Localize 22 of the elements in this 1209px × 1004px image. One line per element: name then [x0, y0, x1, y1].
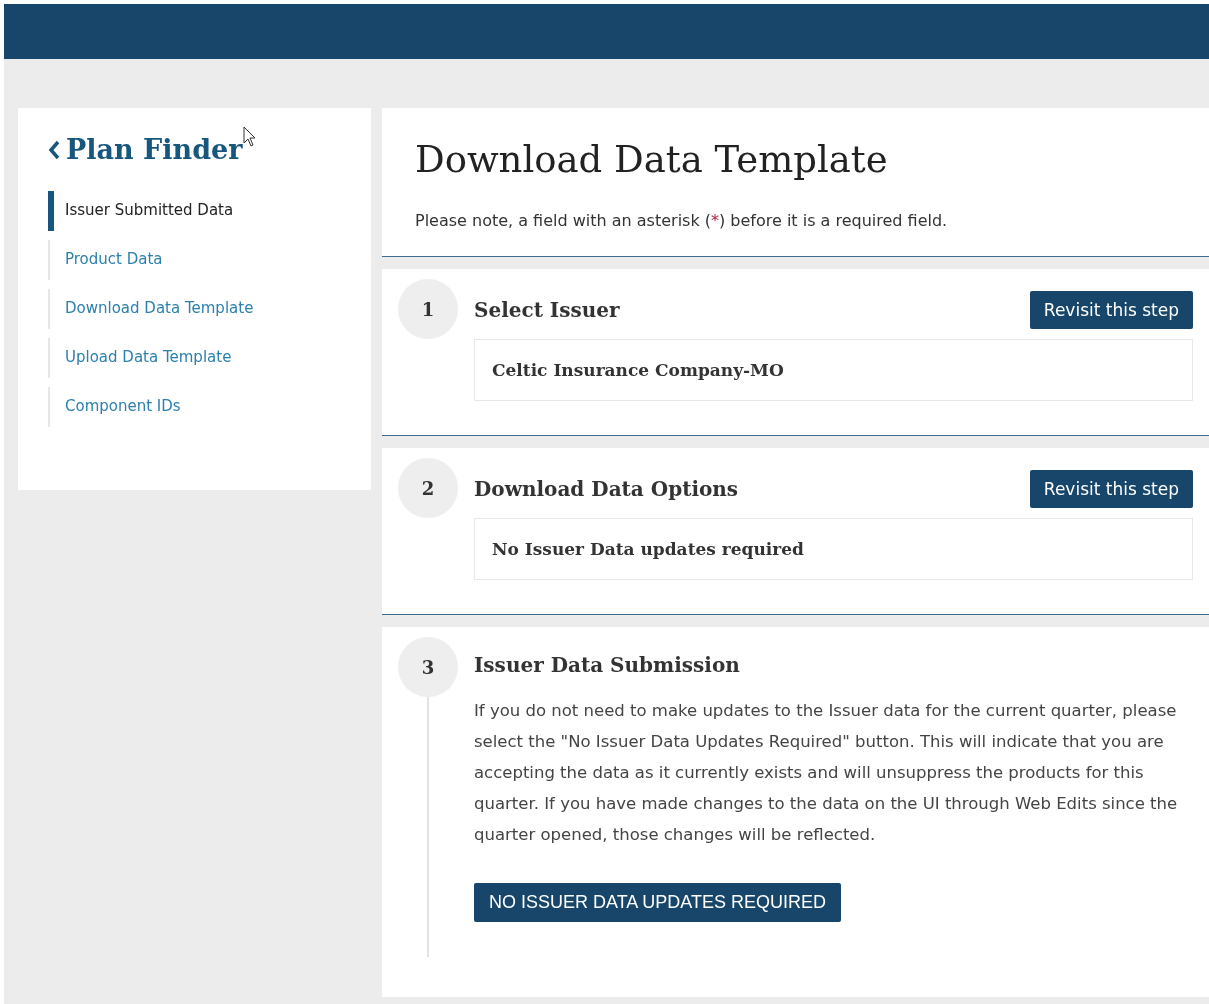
- back-link[interactable]: Plan Finder: [48, 134, 243, 165]
- step-description: If you do not need to make updates to the Issuer data for the current quarter, please select the "No Issuer Data Updates Required" button. This will indicate that you are accepting the data as it currently exists and will unsuppress the products for this quarter. If you have made changes to the data on the UI through Web Edits since the quarter opened, those changes will be reflected.: [474, 700, 1179, 846]
- step-number: 2: [398, 458, 458, 518]
- step-title: Download Data Options: [474, 477, 739, 501]
- revisit-button[interactable]: Revisit this step: [1029, 291, 1193, 329]
- step-title: Issuer Data Submission: [474, 653, 740, 677]
- chevron-left-icon: [48, 139, 60, 160]
- nav-item[interactable]: Component IDs: [48, 387, 371, 427]
- nav-item[interactable]: Issuer Submitted Data: [48, 191, 371, 231]
- pointer-icon: [243, 126, 257, 148]
- selection-summary: Celtic Insurance Company-MO: [474, 339, 1193, 401]
- nav-item[interactable]: Download Data Template: [48, 289, 371, 329]
- step-number: 3: [398, 637, 458, 697]
- step-title: Select Issuer: [474, 298, 620, 322]
- required-note: Please note, a field with an asterisk (*) before it is a required field.: [415, 211, 949, 230]
- page-title: Download Data Template: [415, 138, 889, 181]
- nav-item[interactable]: Product Data: [48, 240, 371, 280]
- no-updates-button[interactable]: NO ISSUER DATA UPDATES REQUIRED: [474, 883, 842, 922]
- nav-item[interactable]: Upload Data Template: [48, 338, 371, 378]
- step-number: 1: [398, 279, 458, 339]
- selection-summary: No Issuer Data updates required: [474, 518, 1193, 580]
- revisit-button[interactable]: Revisit this step: [1029, 470, 1193, 508]
